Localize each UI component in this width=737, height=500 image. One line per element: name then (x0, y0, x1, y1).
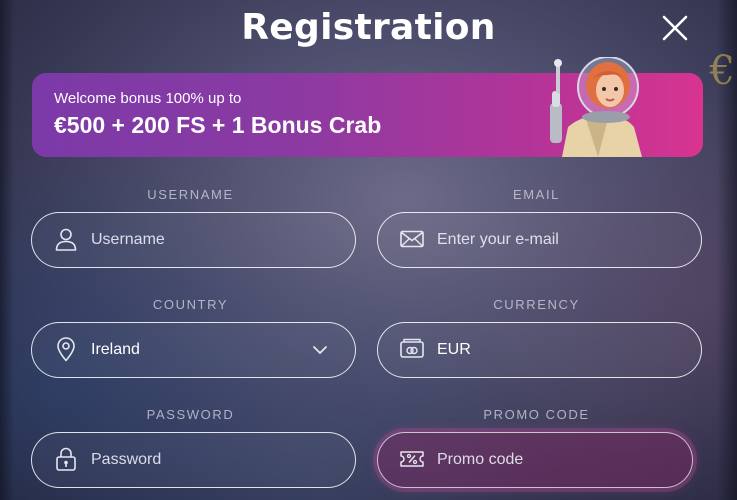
location-pin-icon (57, 337, 75, 362)
background-decoration: € (709, 48, 735, 94)
country-value: Ireland (91, 341, 140, 358)
currency-value: EUR (437, 341, 471, 358)
email-input[interactable] (437, 213, 657, 266)
welcome-bonus-banner: Welcome bonus 100% up to €500 + 200 FS +… (32, 57, 703, 157)
currency-field[interactable]: EUR (377, 322, 702, 378)
country-label: COUNTRY (152, 297, 229, 312)
country-select[interactable]: Ireland (31, 322, 356, 378)
close-icon (662, 15, 688, 41)
bonus-subtitle: Welcome bonus 100% up to (54, 90, 242, 107)
email-label: EMAIL (512, 187, 560, 202)
promo-code-field[interactable] (377, 432, 693, 488)
promo-code-label: PROMO CODE (483, 407, 590, 422)
currency-label: CURRENCY (493, 297, 580, 312)
chevron-down-icon[interactable] (311, 341, 329, 359)
email-field[interactable] (377, 212, 702, 268)
astronaut-mascot-image (550, 57, 642, 157)
bonus-offer: €500 + 200 FS + 1 Bonus Crab (54, 112, 382, 138)
background-edge-left (0, 0, 14, 500)
lock-icon (56, 447, 76, 471)
password-label: PASSWORD (146, 407, 235, 422)
password-field[interactable] (31, 432, 356, 488)
wallet-icon (400, 338, 424, 358)
password-input[interactable] (91, 433, 311, 486)
promo-code-input[interactable] (437, 433, 657, 486)
close-button[interactable] (657, 10, 693, 46)
username-field[interactable] (31, 212, 356, 268)
username-label: USERNAME (147, 187, 234, 202)
modal-title: Registration (241, 7, 496, 48)
user-icon (55, 228, 77, 251)
percent-ticket-icon (400, 451, 424, 467)
username-input[interactable] (91, 213, 311, 266)
envelope-icon (400, 230, 424, 248)
